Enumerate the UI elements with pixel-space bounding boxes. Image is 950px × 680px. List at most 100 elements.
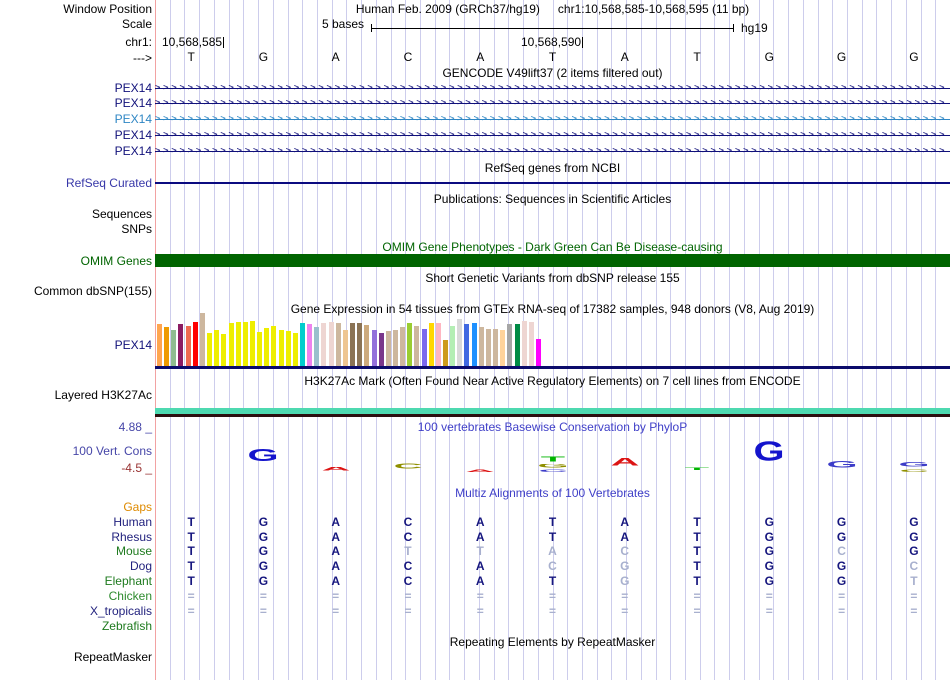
gtex-bar[interactable] — [507, 324, 513, 367]
h3k27ac-signal-band-bottom[interactable] — [155, 414, 950, 417]
gencode-transcript-label[interactable]: PEX14 — [115, 96, 152, 110]
gtex-bar[interactable] — [464, 324, 470, 367]
phylop-logo-letter: A — [315, 458, 357, 472]
gtex-bar[interactable] — [514, 324, 520, 367]
gtex-bar[interactable] — [407, 323, 413, 367]
scale-bar-right-tick — [733, 24, 734, 32]
multiz-species-label-xtropicalis[interactable]: X_tropicalis — [90, 604, 152, 618]
gencode-transcript[interactable]: >>>>>>>>>>>>>>>>>>>>>>>>>>>>>>>>>>>>>>>>… — [155, 99, 950, 108]
gtex-bar[interactable] — [321, 323, 327, 367]
gtex-bar[interactable] — [264, 328, 270, 367]
gtex-bar[interactable] — [314, 327, 320, 367]
gtex-bar[interactable] — [178, 324, 184, 367]
gencode-transcript-label[interactable]: PEX14 — [115, 81, 152, 95]
refseq-curated-label[interactable]: RefSeq Curated — [66, 176, 152, 190]
omim-gene-bar[interactable] — [155, 254, 950, 267]
repeatmasker-label[interactable]: RepeatMasker — [74, 650, 152, 664]
gtex-bar[interactable] — [535, 339, 541, 367]
h3k27ac-track-title: H3K27Ac Mark (Often Found Near Active Re… — [304, 374, 801, 388]
gtex-bar[interactable] — [450, 326, 456, 367]
gtex-gene-label[interactable]: PEX14 — [115, 338, 152, 352]
gtex-bar[interactable] — [414, 326, 420, 367]
gtex-bar[interactable] — [485, 329, 491, 367]
gtex-bar[interactable] — [214, 330, 220, 367]
gencode-transcript[interactable]: >>>>>>>>>>>>>>>>>>>>>>>>>>>>>>>>>>>>>>>>… — [155, 84, 950, 93]
gtex-bar[interactable] — [164, 327, 170, 367]
multiz-species-label-rhesus[interactable]: Rhesus — [111, 530, 152, 544]
gtex-bar[interactable] — [228, 323, 234, 367]
gtex-bar[interactable] — [392, 330, 398, 367]
gencode-transcript[interactable]: >>>>>>>>>>>>>>>>>>>>>>>>>>>>>>>>>>>>>>>>… — [155, 131, 950, 140]
gtex-bar[interactable] — [435, 323, 441, 367]
alignment-base: G — [764, 559, 774, 573]
snps-track-label[interactable]: SNPs — [121, 222, 152, 236]
multiz-species-label-human[interactable]: Human — [113, 515, 152, 529]
gtex-bar[interactable] — [471, 323, 477, 367]
gtex-gene-model-line[interactable] — [155, 366, 950, 369]
common-dbsnp-label[interactable]: Common dbSNP(155) — [34, 284, 152, 298]
gtex-bar[interactable] — [357, 323, 363, 367]
gtex-bar[interactable] — [278, 330, 284, 367]
multiz-species-label-elephant[interactable]: Elephant — [105, 574, 152, 588]
reference-base: G — [764, 50, 774, 64]
gtex-bar[interactable] — [157, 324, 162, 367]
sequences-track-label[interactable]: Sequences — [92, 207, 152, 221]
gtex-bar[interactable] — [428, 323, 434, 367]
gtex-bar[interactable] — [242, 322, 248, 367]
gtex-bar[interactable] — [478, 327, 484, 367]
alignment-base: G — [258, 574, 269, 588]
gtex-bar[interactable] — [285, 331, 291, 367]
gtex-bar[interactable] — [385, 331, 391, 367]
gtex-track-title: Gene Expression in 54 tissues from GTEx … — [290, 302, 815, 316]
gtex-bar[interactable] — [300, 323, 305, 367]
strand-direction-arrow[interactable]: ---> — [133, 51, 152, 65]
gtex-bar[interactable] — [342, 330, 348, 367]
layered-h3k27ac-label[interactable]: Layered H3K27Ac — [55, 388, 152, 402]
omim-genes-label[interactable]: OMIM Genes — [81, 254, 152, 268]
gtex-bar[interactable] — [192, 322, 198, 367]
alignment-base: = — [259, 604, 267, 618]
gtex-bar[interactable] — [307, 324, 313, 367]
gtex-bar[interactable] — [500, 330, 506, 367]
gencode-transcript[interactable]: >>>>>>>>>>>>>>>>>>>>>>>>>>>>>>>>>>>>>>>>… — [155, 147, 950, 156]
gtex-bar[interactable] — [249, 321, 255, 367]
gtex-bar[interactable] — [335, 323, 341, 367]
conservation-track-label[interactable]: 100 Vert. Cons — [73, 444, 152, 458]
gtex-bar[interactable] — [493, 329, 499, 367]
multiz-species-label-dog[interactable]: Dog — [130, 559, 152, 573]
gtex-bar[interactable] — [235, 322, 241, 367]
gtex-bar[interactable] — [350, 323, 356, 367]
multiz-species-label-gaps[interactable]: Gaps — [123, 500, 152, 514]
alignment-base: G — [620, 559, 630, 573]
gtex-bar[interactable] — [443, 340, 448, 367]
gtex-bar[interactable] — [207, 333, 213, 367]
gtex-bar[interactable] — [328, 322, 334, 367]
gencode-transcript[interactable]: >>>>>>>>>>>>>>>>>>>>>>>>>>>>>>>>>>>>>>>>… — [155, 115, 950, 124]
gtex-bar[interactable] — [171, 330, 177, 367]
gtex-bar[interactable] — [185, 326, 191, 367]
refseq-curated-gene-line[interactable] — [155, 182, 950, 184]
gtex-bar[interactable] — [271, 326, 277, 367]
gtex-bar[interactable] — [292, 333, 298, 367]
reference-base: T — [548, 50, 557, 64]
gencode-transcript-label[interactable]: PEX14 — [115, 128, 152, 142]
coordinate-tick — [582, 37, 584, 48]
gtex-bar[interactable] — [421, 329, 427, 367]
multiz-species-label-zebrafish[interactable]: Zebrafish — [102, 619, 152, 633]
gtex-bar[interactable] — [371, 330, 377, 367]
gtex-bar[interactable] — [221, 334, 227, 367]
gtex-bar[interactable] — [457, 319, 463, 367]
gtex-bar[interactable] — [364, 325, 370, 367]
gtex-bar[interactable] — [257, 332, 263, 367]
multiz-species-label-chicken[interactable]: Chicken — [109, 589, 152, 603]
gtex-bar[interactable] — [400, 327, 406, 367]
gtex-bar[interactable] — [378, 333, 384, 367]
gtex-bar[interactable] — [528, 322, 534, 367]
gencode-transcript-label[interactable]: PEX14 — [115, 112, 152, 126]
gencode-transcript-label[interactable]: PEX14 — [115, 144, 152, 158]
transcript-direction-arrows: >>>>>>>>>>>>>>>>>>>>>>>>>>>>>>>>>>>>>>>>… — [155, 99, 948, 108]
multiz-species-label-mouse[interactable]: Mouse — [116, 544, 152, 558]
gtex-bar[interactable] — [521, 321, 527, 367]
gtex-bar[interactable] — [199, 313, 205, 367]
window-position-label: Window Position — [63, 2, 152, 16]
